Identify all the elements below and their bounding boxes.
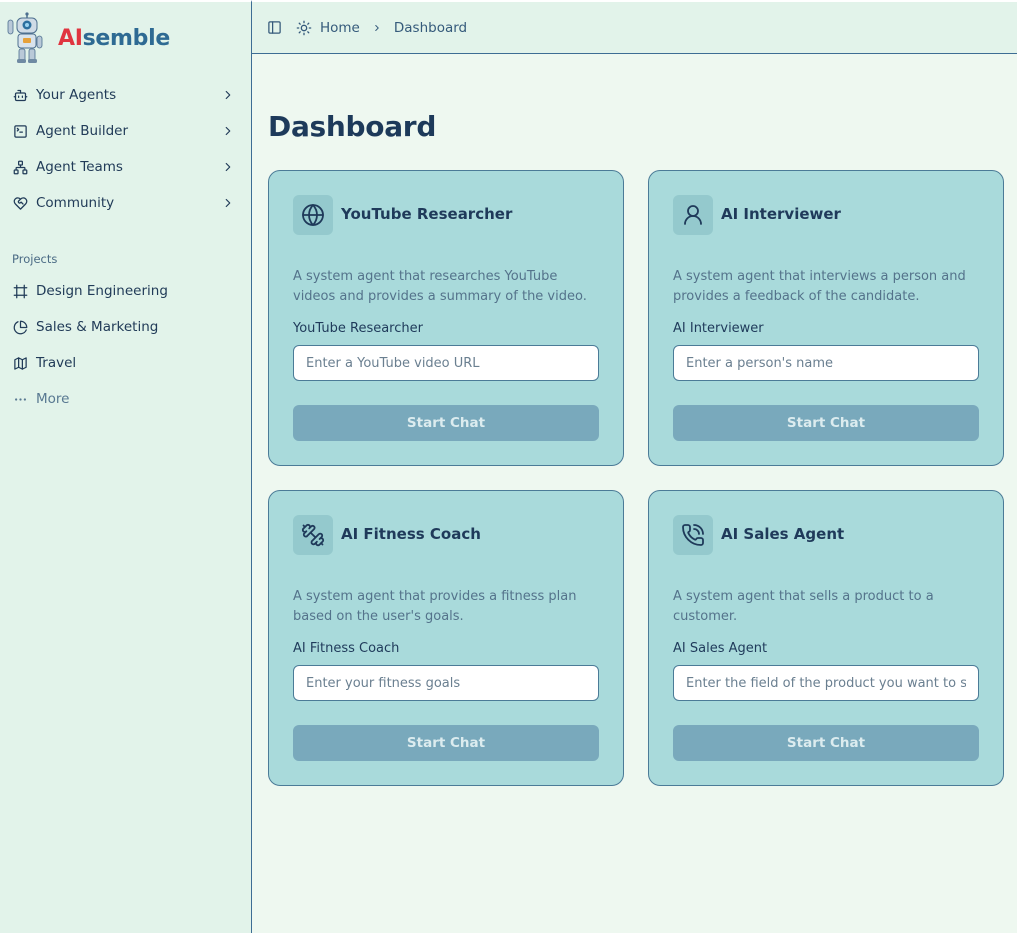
start-chat-button[interactable]: Start Chat (293, 405, 599, 441)
top-bar: Home Dashboard (252, 0, 1017, 54)
agent-card-ai-fitness-coach: AI Fitness Coach A system agent that pro… (268, 490, 624, 786)
chevron-right-icon (225, 162, 231, 172)
sidebar-item-label: Design Engineering (36, 283, 168, 299)
sidebar: AIsemble Your Agents Agent Builder Agent… (0, 0, 252, 933)
start-chat-button[interactable]: Start Chat (673, 725, 979, 761)
sidebar-item-agent-teams[interactable]: Agent Teams (0, 149, 251, 185)
more-horizontal-icon (12, 391, 28, 407)
projects-section-label: Projects (12, 252, 58, 266)
sidebar-item-your-agents[interactable]: Your Agents (0, 77, 251, 113)
sidebar-item-community[interactable]: Community (0, 185, 251, 221)
globe-icon (293, 195, 333, 235)
brand-logo[interactable]: AIsemble (6, 10, 170, 66)
page-title: Dashboard (268, 110, 437, 143)
breadcrumb: Home Dashboard (320, 20, 467, 36)
card-title: AI Interviewer (721, 205, 841, 223)
sidebar-item-label: Agent Teams (36, 159, 123, 175)
chevron-right-icon (225, 126, 231, 136)
chevron-right-icon (225, 90, 231, 100)
agent-card-ai-interviewer: AI Interviewer A system agent that inter… (648, 170, 1004, 466)
card-description: A system agent that sells a product to a… (673, 589, 934, 624)
chevron-right-icon (225, 198, 231, 208)
user-icon (673, 195, 713, 235)
phone-call-icon (673, 515, 713, 555)
card-field-label: YouTube Researcher (293, 321, 423, 336)
card-title: AI Sales Agent (721, 525, 845, 543)
sidebar-item-sales-marketing[interactable]: Sales & Marketing (0, 309, 251, 345)
agent-card-ai-sales-agent: AI Sales Agent A system agent that sells… (648, 490, 1004, 786)
sidebar-item-label: More (36, 391, 70, 407)
card-description: A system agent that provides a fitness p… (293, 589, 577, 624)
map-icon (12, 355, 28, 371)
bot-icon (12, 87, 28, 103)
sidebar-item-label: Your Agents (36, 87, 117, 103)
sidebar-item-agent-builder[interactable]: Agent Builder (0, 113, 251, 149)
brand-name: AIsemble (58, 26, 170, 51)
sidebar-item-design-engineering[interactable]: Design Engineering (0, 273, 251, 309)
card-description: A system agent that interviews a person … (673, 269, 966, 304)
brand-name-rest: semble (82, 25, 171, 51)
dumbbell-icon (293, 515, 333, 555)
chevron-right-icon (375, 24, 379, 31)
sidebar-item-travel[interactable]: Travel (0, 345, 251, 381)
pie-chart-icon (12, 319, 28, 335)
brand-name-accent: AI (58, 25, 83, 51)
main-nav: Your Agents Agent Builder Agent Teams Co… (0, 77, 251, 221)
person-name-input[interactable] (673, 345, 979, 381)
sidebar-item-label: Community (36, 195, 115, 211)
robot-logo-icon (7, 12, 43, 63)
heart-handshake-icon (12, 195, 28, 211)
card-description: A system agent that researches YouTube v… (293, 269, 587, 304)
card-field-label: AI Fitness Coach (293, 641, 400, 656)
sidebar-toggle-icon[interactable] (266, 20, 282, 36)
card-field-label: AI Sales Agent (673, 641, 768, 656)
card-field-label: AI Interviewer (673, 321, 764, 336)
start-chat-button[interactable]: Start Chat (293, 725, 599, 761)
sidebar-item-label: Sales & Marketing (36, 319, 159, 335)
breadcrumb-home[interactable]: Home (320, 20, 360, 36)
projects-nav: Design Engineering Sales & Marketing Tra… (0, 273, 251, 417)
sun-icon[interactable] (296, 20, 312, 36)
sidebar-item-label: Travel (36, 355, 77, 371)
terminal-square-icon (12, 123, 28, 139)
card-title: YouTube Researcher (341, 205, 513, 223)
fitness-goals-input[interactable] (293, 665, 599, 701)
card-title: AI Fitness Coach (341, 525, 481, 543)
start-chat-button[interactable]: Start Chat (673, 405, 979, 441)
sidebar-item-label: Agent Builder (36, 123, 128, 139)
product-field-input[interactable] (673, 665, 979, 701)
sidebar-item-more[interactable]: More (0, 381, 251, 417)
hash-frame-icon (12, 283, 28, 299)
network-icon (12, 159, 28, 175)
breadcrumb-current: Dashboard (393, 19, 468, 36)
agent-card-youtube-researcher: YouTube Researcher A system agent that r… (268, 170, 624, 466)
youtube-url-input[interactable] (293, 345, 599, 381)
